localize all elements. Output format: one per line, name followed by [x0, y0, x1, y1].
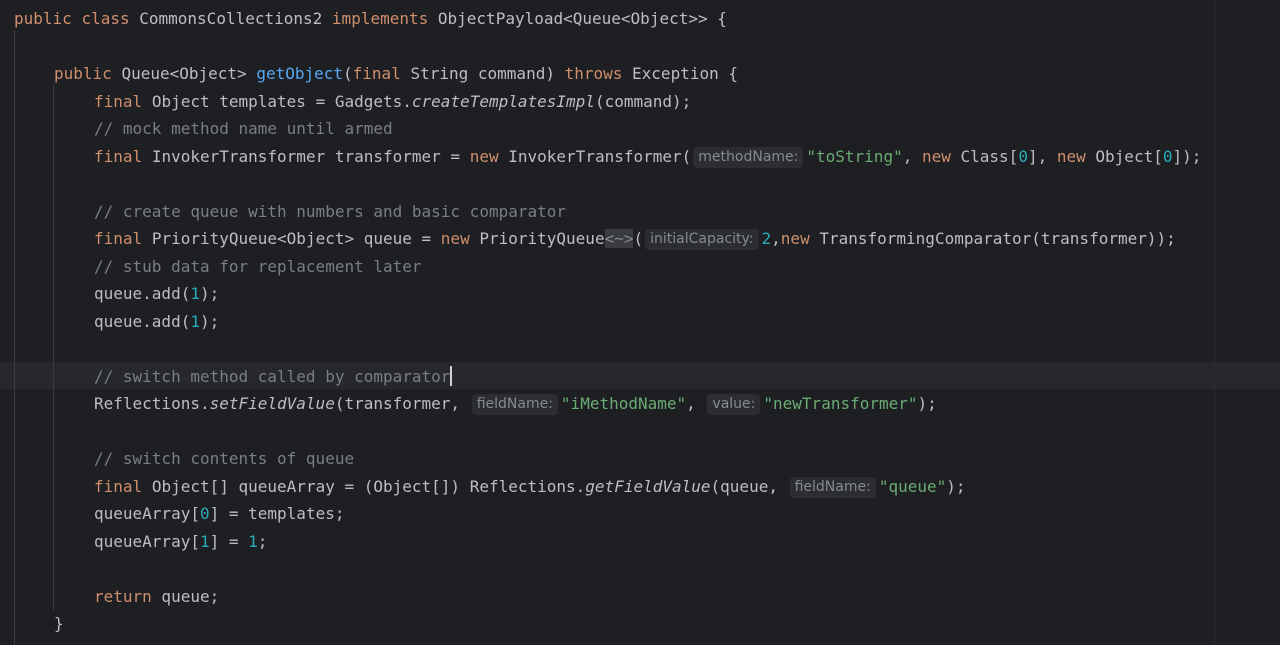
right-margin-guide	[1214, 0, 1215, 645]
comment-line: // switch contents of queue	[94, 449, 355, 468]
param-hint-methodName: methodName:	[693, 147, 804, 168]
code-text: InvokerTransformer transformer =	[151, 147, 470, 166]
code-text: Object[] queueArray = (Object[]) Reflect…	[151, 477, 586, 496]
code-line-11: queue.add(1);	[94, 280, 219, 307]
code-text: (command);	[594, 92, 692, 111]
string-literal: "iMethodName"	[560, 394, 687, 413]
number-literal: 1	[190, 284, 200, 303]
folded-diamond[interactable]: <~>	[604, 229, 634, 248]
indent-guide-class	[14, 30, 15, 645]
text-caret	[450, 366, 453, 386]
code-text: queue;	[151, 587, 220, 606]
kw-public: public	[14, 9, 72, 28]
param-hint-fieldName: fieldName:	[789, 477, 876, 498]
code-text: ,	[902, 147, 922, 166]
kw-new: new	[780, 229, 810, 248]
kw-new: new	[469, 147, 499, 166]
method-getObject: getObject	[256, 64, 344, 83]
number-literal: 0	[199, 504, 210, 523]
code-text: );	[199, 312, 220, 331]
string-literal: "queue"	[878, 477, 947, 496]
code-text: Object[	[1095, 147, 1163, 166]
return-type: Queue<Object>	[121, 64, 247, 83]
code-text: ;	[257, 532, 268, 551]
code-line-1: public class CommonsCollections2 impleme…	[14, 5, 727, 32]
kw-return: return	[94, 587, 152, 606]
code-line-20: queueArray[1] = 1;	[94, 528, 267, 555]
code-text: ],	[1027, 147, 1057, 166]
kw-final: final	[94, 477, 143, 496]
number-literal: 1	[190, 312, 200, 331]
method-setFieldValue: setFieldValue	[209, 394, 335, 413]
number-literal: 0	[1018, 147, 1028, 166]
comment-line: // stub data for replacement later	[94, 257, 422, 276]
kw-final: final	[94, 229, 143, 248]
param-hint-initialCapacity: initialCapacity:	[645, 229, 759, 250]
interface-name: ObjectPayload<Queue<Object>>	[437, 9, 708, 28]
number-literal: 1	[199, 532, 210, 551]
number-literal: 1	[248, 532, 258, 551]
kw-public: public	[54, 64, 112, 83]
code-text: );	[946, 477, 966, 496]
code-text: queue.add(	[94, 284, 191, 303]
indent-guide-method	[53, 85, 54, 610]
code-text: PriorityQueue<Object> queue =	[151, 229, 441, 248]
code-text: Object templates = Gadgets.	[151, 92, 412, 111]
code-line-15: Reflections.setFieldValue(transformer, f…	[94, 390, 937, 417]
method-createTemplatesImpl: createTemplatesImpl	[411, 92, 595, 111]
code-text: queueArray[	[94, 532, 200, 551]
code-text: ,	[686, 394, 706, 413]
code-text: ] =	[209, 532, 249, 551]
code-line-4: final Object templates = Gadgets.createT…	[94, 88, 691, 115]
comment-text: // switch method called by comparator	[94, 367, 451, 386]
code-line-18: final Object[] queueArray = (Object[]) R…	[94, 473, 966, 500]
kw-final: final	[94, 147, 143, 166]
code-text: Class[	[960, 147, 1019, 166]
comment-line: // create queue with numbers and basic c…	[94, 202, 567, 221]
kw-final: final	[352, 64, 401, 83]
comment-line: // mock method name until armed	[94, 119, 393, 138]
open-brace: {	[728, 64, 739, 83]
param-hint-value: value:	[707, 394, 761, 415]
kw-new: new	[921, 147, 951, 166]
exception-type: Exception	[632, 64, 719, 83]
open-brace: {	[717, 9, 727, 28]
string-literal: "newTransformer"	[763, 394, 918, 413]
code-line-22: return queue;	[94, 583, 219, 610]
code-line-6: final InvokerTransformer transformer = n…	[94, 143, 1201, 170]
method-getFieldValue: getFieldValue	[585, 477, 711, 496]
code-text: Reflections.	[94, 394, 210, 413]
kw-final: final	[94, 92, 143, 111]
code-text: (queue,	[710, 477, 788, 496]
code-line-3: public Queue<Object> getObject(final Str…	[54, 64, 739, 83]
code-line-19: queueArray[0] = templates;	[94, 500, 344, 527]
code-text: ] = templates;	[209, 504, 345, 523]
code-text: queue.add(	[94, 312, 191, 331]
code-text: queueArray[	[94, 504, 200, 523]
close-brace: }	[54, 614, 64, 633]
code-line-12: queue.add(1);	[94, 308, 219, 335]
code-line-9: final PriorityQueue<Object> queue = new …	[94, 229, 1176, 250]
params: String command	[410, 64, 546, 83]
code-text: PriorityQueue	[479, 229, 605, 248]
code-text: );	[917, 394, 937, 413]
string-literal: "toString"	[806, 147, 903, 166]
code-text: (transformer,	[334, 394, 470, 413]
class-name: CommonsCollections2	[139, 9, 323, 28]
number-literal: 2	[761, 229, 772, 248]
kw-new: new	[1056, 147, 1086, 166]
code-text: InvokerTransformer(	[508, 147, 692, 166]
code-line-14: // switch method called by comparator	[94, 363, 453, 390]
code-text: );	[199, 284, 220, 303]
kw-implements: implements	[331, 9, 429, 28]
code-text: ]);	[1172, 147, 1202, 166]
code-text: TransformingComparator(transformer));	[819, 229, 1176, 248]
kw-class: class	[81, 9, 130, 28]
code-line-23: }	[54, 610, 64, 637]
code-editor[interactable]: public class CommonsCollections2 impleme…	[0, 0, 1280, 645]
param-hint-fieldName: fieldName:	[471, 394, 558, 415]
kw-new: new	[440, 229, 470, 248]
kw-throws: throws	[564, 64, 623, 83]
